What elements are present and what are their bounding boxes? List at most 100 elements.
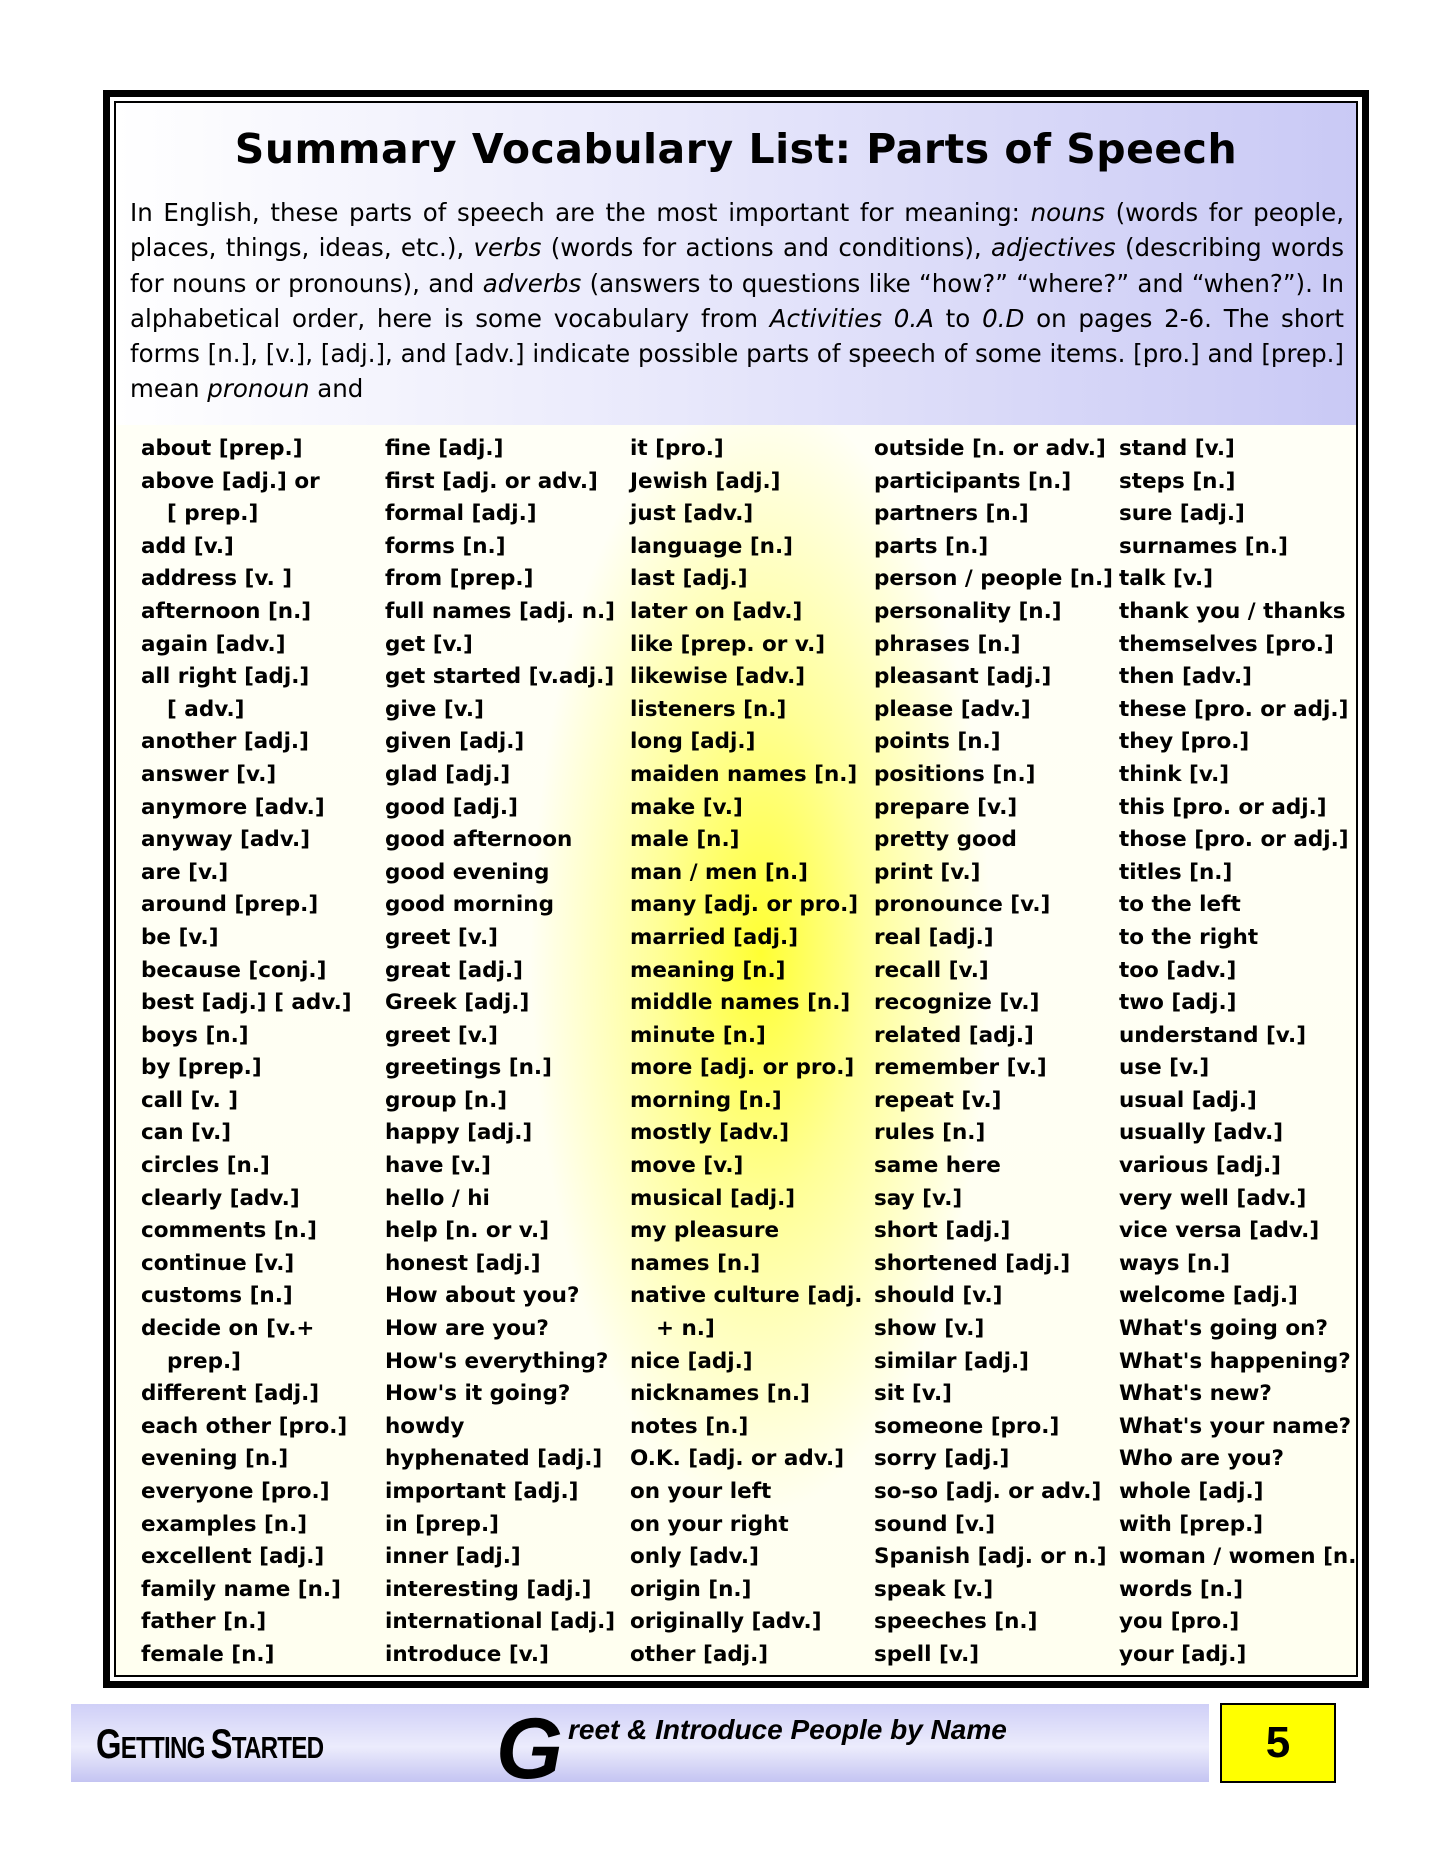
vocab-item: names [n.] [630,1250,761,1276]
vocab-item: welcome [adj.] [1119,1283,1298,1309]
vocab-item: to the left [1119,892,1241,918]
vocab-item: full names [adj. n.] [385,598,616,624]
vocabulary-panel: Summary Vocabulary List: Parts of Speech… [114,101,1358,1677]
term-nouns: nouns [1030,198,1105,227]
vocab-item: native culture [adj. [630,1283,863,1309]
intro-text: and [309,374,364,404]
vocab-item: my pleasure [630,1218,780,1244]
term-verbs: verbs [473,233,542,263]
vocab-column-2: fine [adj.] first [adj. or adv.] formal [a… [385,433,615,1672]
vocab-item: examples [n.] [141,1511,308,1537]
vocab-item: sound [v.] [874,1511,996,1537]
vocab-item: steps [n.] [1119,468,1236,494]
vocab-item: answer [v.] [141,761,277,787]
vocab-item: anymore [adv.] [141,794,325,820]
vocab-item: again [adv.] [141,631,286,657]
vocab-item: speeches [n.] [874,1609,1038,1635]
vocab-item: too [adv.] [1119,957,1237,983]
vocab-item: recall [v.] [874,957,989,983]
vocab-item: titles [n.] [1119,859,1233,885]
vocab-item: likewise [adv.] [630,664,806,690]
vocab-item: those [pro. or adj.] [1119,827,1349,853]
vocab-column-4: outside [n. or adv.] participants [n.] par… [874,433,1113,1672]
vocab-item: say [v.] [874,1185,963,1211]
vocab-column-1: about [prep.] above [adj.] or [ prep.] add … [141,433,352,1672]
vocab-item: then [adv.] [1119,664,1252,690]
vocab-item: on your left [630,1479,772,1504]
vocab-item: language [n.] [630,533,793,559]
vocab-item: afternoon [n.] [141,598,312,624]
vocab-item: given [adj.] [385,729,525,755]
vocab-item: [ prep.] [167,501,259,527]
vocab-item: good [adj.] [385,794,518,820]
intro-paragraph: In English, these parts of speech are th… [130,195,1344,407]
vocab-item: maiden names [n.] [630,761,858,787]
vocab-item: themselves [pro.] [1119,631,1334,657]
vocab-item: group [n.] [385,1087,508,1113]
vocab-item: talk [v.] [1119,566,1214,592]
activities-ref-end: 0.D [982,303,1025,333]
vocab-item: prepare [v.] [874,794,1018,820]
vocab-item: inner [adj.] [385,1544,521,1570]
vocab-item: different [adj.] [141,1381,320,1407]
section-rest: TARTED [231,1730,324,1765]
vocab-item: international [adj.] [385,1609,616,1635]
term-adverbs: adverbs [482,268,582,298]
vocab-item: spell [v.] [874,1641,980,1667]
vocab-item: more [adj. or pro.] [630,1055,855,1081]
vocab-item: in [prep.] [385,1511,499,1537]
vocab-item: originally [adv.] [630,1609,822,1635]
vocab-item: middle names [n.] [630,990,851,1016]
vocab-item: good evening [385,859,550,885]
vocab-item: fine [adj.] [385,436,504,461]
vocab-item: by [prep.] [141,1055,262,1081]
vocab-item: formal [adj.] [385,501,537,527]
section-title: GETTING STARTED [96,1720,324,1768]
page-number: 5 [1220,1703,1336,1783]
vocab-item: many [adj. or pro.] [630,892,859,918]
vocab-item: customs [n.] [141,1283,293,1309]
vocab-item: What's new? [1119,1381,1272,1407]
vocab-item: same here [874,1153,1001,1179]
vocab-item: + n.] [656,1316,715,1342]
vocab-item: happy [adj.] [385,1120,533,1146]
vocab-item: on your right [630,1511,789,1537]
vocab-item: similar [adj.] [874,1348,1029,1374]
vocab-item: What's happening? [1119,1348,1351,1374]
vocab-item: family name [n.] [141,1576,341,1602]
vocab-item: someone [pro.] [874,1413,1060,1439]
vocab-item: personality [n.] [874,598,1062,624]
vocab-item: parts [n.] [874,533,989,559]
vocab-item: What's going on? [1119,1316,1328,1342]
activities-ref: Activities 0.A [769,303,934,333]
term-adjectives: adjectives [991,233,1116,263]
vocab-item: speak [v.] [874,1576,994,1602]
vocab-item: good afternoon [385,827,573,853]
vocab-item: can [v.] [141,1120,232,1146]
vocab-item: positions [n.] [874,761,1036,787]
vocab-item: usually [adv.] [1119,1120,1284,1146]
vocab-item: hello / hi [385,1185,490,1211]
vocab-item: ways [n.] [1119,1250,1231,1276]
vocab-item: evening [n.] [141,1446,289,1472]
vocab-item: recognize [v.] [874,990,1040,1016]
vocab-item: points [n.] [874,729,1001,755]
vocab-item: sorry [adj.] [874,1446,1010,1472]
vocab-item: pronounce [v.] [874,892,1051,918]
vocab-item: male [n.] [630,827,740,853]
vocab-item: nicknames [n.] [630,1381,810,1407]
section-initial: S [210,1720,233,1767]
vocab-item: show [v.] [874,1316,985,1342]
vocab-item: rules [n.] [874,1120,986,1146]
vocab-item: other [adj.] [630,1641,769,1667]
vocab-item: because [conj.] [141,957,327,983]
vocab-item: words [n.] [1119,1576,1244,1602]
vocab-item: musical [adj.] [630,1185,796,1211]
vocab-item: anyway [adv.] [141,827,311,853]
vocab-item: Greek [adj.] [385,990,530,1016]
intro-text: In English, these parts of speech are th… [130,198,1031,227]
vocab-item: notes [n.] [630,1413,749,1439]
vocab-item: important [adj.] [385,1479,579,1504]
vocab-item: participants [n.] [874,468,1072,494]
vocab-item: various [adj.] [1119,1153,1281,1179]
